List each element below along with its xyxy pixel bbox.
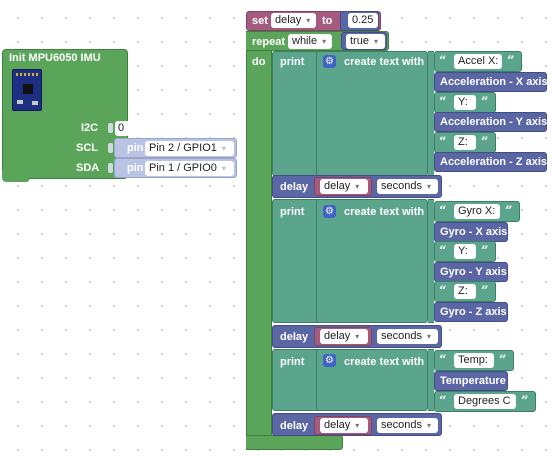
repeat-mode-dropdown[interactable]: while [288, 34, 332, 49]
i2c-connector [108, 123, 113, 133]
value-item[interactable]: Acceleration - Z axis [434, 152, 547, 172]
repeat-footer [246, 435, 343, 450]
value-item[interactable]: Gyro - X axis [434, 222, 508, 242]
to-label: to [322, 15, 333, 27]
print-label: print [280, 356, 305, 368]
delay-unit-dropdown[interactable]: seconds [377, 418, 438, 433]
sda-label: SDA [76, 162, 100, 174]
scl-pin-label: pin [127, 142, 144, 154]
text-item-field[interactable]: Y: [454, 244, 476, 259]
text-item[interactable]: “ Z: ” [434, 132, 496, 153]
text-item[interactable]: “ Degrees C ” [434, 391, 536, 412]
scl-pin-dropdown[interactable]: Pin 2 / GPIO1 [145, 141, 234, 156]
init-block-title: Init MPU6050 IMU [9, 52, 101, 64]
delay-label: delay [280, 420, 309, 432]
create-text-label: create text with [344, 56, 425, 68]
text-item[interactable]: “ Z: ” [434, 281, 496, 302]
text-item[interactable]: “ Y: ” [434, 241, 496, 262]
text-item-field[interactable]: Gyro X: [454, 204, 500, 219]
gear-icon[interactable]: ⚙ [323, 55, 336, 68]
i2c-field[interactable]: 0 [115, 121, 130, 136]
text-item-field[interactable]: Accel X: [454, 54, 502, 69]
text-item[interactable]: “ Y: ” [434, 92, 496, 113]
i2c-label: I2C [81, 122, 99, 134]
text-item[interactable]: “ Gyro X: ” [434, 201, 520, 222]
value-item[interactable]: Temperature [434, 371, 508, 391]
delay-label: delay [280, 181, 309, 193]
condition-dropdown[interactable]: true [346, 34, 385, 49]
delay-variable-dropdown[interactable]: delay [320, 418, 368, 433]
value-item[interactable]: Acceleration - X axis [434, 72, 548, 92]
sda-pin-label: pin [127, 162, 144, 174]
delay-unit-dropdown[interactable]: seconds [377, 179, 438, 194]
text-item-field[interactable]: Z: [454, 284, 476, 299]
gear-icon[interactable]: ⚙ [323, 205, 336, 218]
text-item-field[interactable]: Degrees C [454, 394, 516, 409]
do-label: do [252, 56, 266, 68]
set-variable-dropdown[interactable]: delay [271, 13, 316, 28]
text-item-field[interactable]: Temp: [454, 353, 494, 368]
scl-connector [108, 143, 113, 153]
delay-label: delay [280, 331, 309, 343]
value-item[interactable]: Gyro - Z axis [434, 302, 508, 322]
delay-unit-dropdown[interactable]: seconds [377, 329, 438, 344]
sda-pin-dropdown[interactable]: Pin 1 / GPIO0 [145, 161, 234, 176]
sda-connector [108, 163, 113, 173]
text-item[interactable]: “ Accel X: ” [434, 51, 522, 72]
init-block-tail [2, 170, 30, 182]
create-text-label: create text with [344, 206, 425, 218]
text-item-field[interactable]: Y: [454, 95, 476, 110]
repeat-while-loop[interactable] [246, 31, 272, 449]
value-item[interactable]: Acceleration - Y axis [434, 112, 547, 132]
imu-board-icon [12, 69, 42, 111]
create-text-label: create text with [344, 356, 425, 368]
scl-label: SCL [76, 142, 98, 154]
set-value-field[interactable]: 0.25 [348, 13, 378, 28]
print-label: print [280, 56, 305, 68]
repeat-label: repeat [252, 36, 286, 48]
text-item[interactable]: “ Temp: ” [434, 350, 514, 371]
set-label: set [252, 15, 268, 27]
value-item[interactable]: Gyro - Y axis [434, 262, 508, 282]
delay-variable-dropdown[interactable]: delay [320, 329, 368, 344]
delay-variable-dropdown[interactable]: delay [320, 179, 368, 194]
print-label: print [280, 206, 305, 218]
create-text-block[interactable] [316, 51, 428, 176]
gear-icon[interactable]: ⚙ [323, 354, 336, 367]
text-item-field[interactable]: Z: [454, 135, 476, 150]
